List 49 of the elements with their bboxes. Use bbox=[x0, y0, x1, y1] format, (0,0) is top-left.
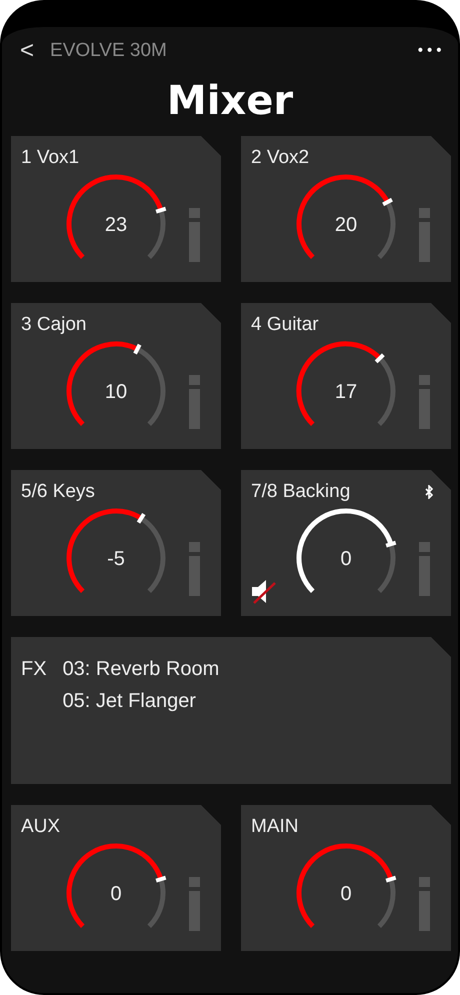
knob-value: 10 bbox=[104, 381, 128, 403]
channel-card[interactable]: 5/6 Keys -5 bbox=[11, 470, 221, 616]
channel-card[interactable]: 2 Vox2 20 bbox=[241, 136, 451, 282]
channel-card[interactable]: 4 Guitar 17 bbox=[241, 303, 451, 449]
level-meter bbox=[189, 877, 200, 931]
knob[interactable]: 20 bbox=[291, 169, 401, 279]
knob[interactable]: -5 bbox=[61, 503, 171, 613]
fx-effect: 05: Jet Flanger bbox=[62, 689, 197, 714]
back-button[interactable]: < bbox=[20, 39, 34, 63]
knob[interactable]: 0 bbox=[61, 838, 171, 948]
knob[interactable]: 10 bbox=[61, 336, 171, 446]
channel-card[interactable]: 7/8 Backing 0 bbox=[241, 470, 451, 616]
fx-effect: 03: Reverb Room bbox=[62, 657, 220, 682]
level-meter bbox=[419, 542, 430, 596]
channel-card[interactable]: AUX 0 bbox=[11, 805, 221, 951]
channel-name: 2 Vox2 bbox=[251, 146, 310, 170]
knob[interactable]: 0 bbox=[291, 838, 401, 948]
knob-value: 17 bbox=[334, 381, 358, 403]
page-title: Mixer bbox=[166, 78, 294, 124]
channel-name: 4 Guitar bbox=[251, 313, 319, 337]
channel-name: 3 Cajon bbox=[21, 313, 86, 337]
knob[interactable]: 17 bbox=[291, 336, 401, 446]
fx-card[interactable]: FX 03: Reverb Room 05: Jet Flanger bbox=[11, 637, 451, 784]
channel-card[interactable]: 3 Cajon 10 bbox=[11, 303, 221, 449]
channel-name: MAIN bbox=[251, 815, 298, 839]
channel-card[interactable]: 1 Vox1 23 bbox=[11, 136, 221, 282]
fx-label: FX bbox=[21, 657, 47, 682]
level-meter bbox=[419, 375, 430, 429]
channel-name: 5/6 Keys bbox=[21, 480, 95, 504]
knob-value: 0 bbox=[340, 883, 352, 905]
knob-value: 0 bbox=[340, 548, 352, 570]
channel-name: 7/8 Backing bbox=[251, 480, 350, 504]
level-meter bbox=[189, 208, 200, 262]
knob-value: 23 bbox=[104, 214, 128, 236]
mute-icon[interactable] bbox=[251, 578, 277, 605]
level-meter bbox=[419, 208, 430, 262]
device-title: EVOLVE 30M bbox=[50, 38, 167, 63]
knob[interactable]: 23 bbox=[61, 169, 171, 279]
level-meter bbox=[189, 375, 200, 429]
knob-value: 20 bbox=[334, 214, 358, 236]
knob[interactable]: 0 bbox=[291, 503, 401, 613]
channel-name: 1 Vox1 bbox=[21, 146, 80, 170]
level-meter bbox=[189, 542, 200, 596]
more-button[interactable]: ••• bbox=[416, 40, 444, 62]
level-meter bbox=[419, 877, 430, 931]
knob-value: -5 bbox=[107, 548, 125, 570]
channel-card[interactable]: MAIN 0 bbox=[241, 805, 451, 951]
knob-value: 0 bbox=[110, 883, 122, 905]
channel-name: AUX bbox=[21, 815, 60, 839]
